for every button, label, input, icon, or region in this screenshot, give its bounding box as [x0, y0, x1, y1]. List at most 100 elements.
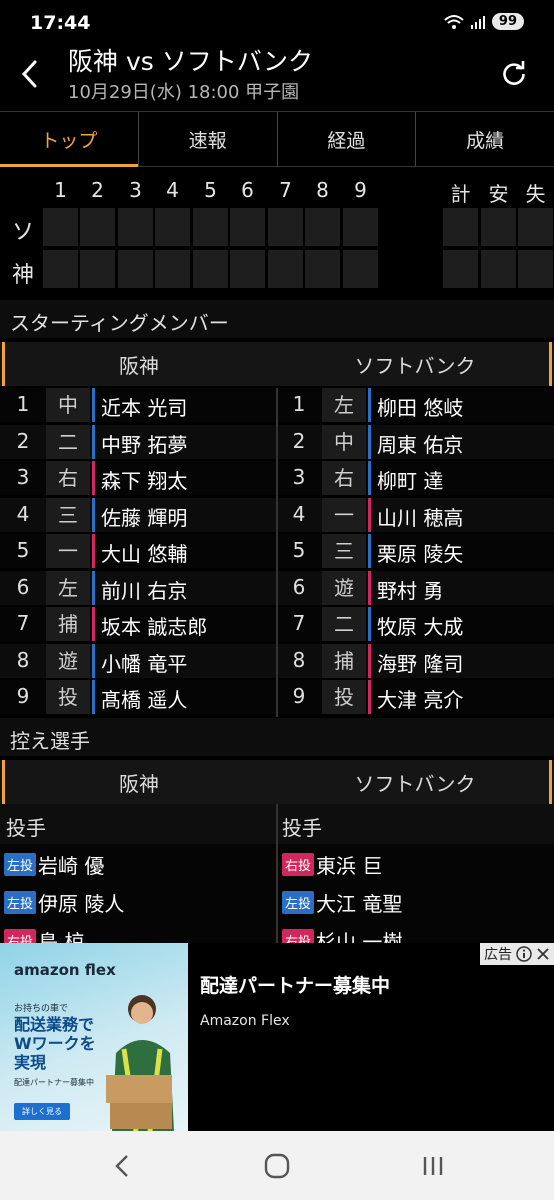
home-pitcher-name[interactable]: 岩崎 優 — [38, 850, 104, 879]
home-pitcher-name[interactable]: 伊原 陵人 — [38, 888, 124, 917]
home-player-name[interactable]: 小幡 竜平 — [101, 648, 187, 677]
ad-headline: 配送業務で Wワークを 実現 — [14, 1015, 96, 1072]
throw-hand-badge: 左投 — [4, 853, 37, 876]
away-pitcher-name[interactable]: 大江 竜聖 — [316, 888, 402, 917]
score-cell — [481, 250, 516, 288]
ad-details-button[interactable]: 詳しく見る — [14, 1103, 70, 1120]
away-player-name[interactable]: 栗原 陵矢 — [377, 538, 463, 567]
away-player-name[interactable]: 野村 勇 — [377, 575, 443, 604]
score-cell — [155, 208, 190, 246]
batter-hand-bar — [92, 534, 95, 568]
back-arrow-icon[interactable] — [18, 58, 42, 90]
column-divider — [276, 804, 278, 943]
home-team-name: 阪神 — [119, 771, 159, 796]
refresh-icon[interactable] — [500, 60, 528, 88]
tab-top[interactable]: トップ — [0, 112, 139, 167]
home-player-name[interactable]: 大山 悠輔 — [101, 538, 187, 567]
away-team-name: ソフトバンク — [354, 771, 476, 796]
status-bar: 17:44 99 — [0, 0, 554, 40]
home-position: 二 — [46, 424, 90, 459]
ad-banner[interactable]: amazon flex お持ちの車で 配送業務で Wワークを 実現 配達パートナ… — [0, 943, 554, 1131]
away-player-name[interactable]: 周東 佑京 — [377, 429, 463, 458]
team-away-label: ソ — [11, 220, 34, 245]
throw-hand-badge: 左投 — [4, 891, 37, 914]
inning-header: 3 — [129, 178, 142, 202]
accent-bar — [549, 760, 552, 804]
batting-order: 1 — [16, 392, 30, 416]
score-cell — [268, 250, 303, 288]
batter-hand-bar — [368, 607, 371, 641]
ad-title[interactable]: 配達パートナー募集中 — [200, 971, 390, 998]
ad-info-icon[interactable] — [516, 946, 532, 962]
batter-hand-bar — [92, 607, 95, 641]
score-cell — [230, 250, 265, 288]
away-position: 一 — [322, 497, 366, 532]
ad-image[interactable]: amazon flex お持ちの車で 配送業務で Wワークを 実現 配達パートナ… — [0, 943, 188, 1131]
home-player-name[interactable]: 近本 光司 — [101, 392, 187, 421]
tab-live[interactable]: 速報 — [139, 112, 278, 166]
batter-hand-bar — [368, 643, 371, 678]
away-player-name[interactable]: 牧原 大成 — [377, 611, 463, 640]
ad-small-text: お持ちの車で — [14, 1004, 69, 1014]
away-position: 右 — [322, 461, 366, 495]
batting-order: 4 — [292, 501, 306, 526]
errors-header: 失 — [525, 182, 546, 206]
away-pitcher-name[interactable]: 東浜 巨 — [316, 850, 382, 879]
nav-home-icon[interactable] — [262, 1151, 292, 1181]
batter-hand-bar — [92, 461, 95, 495]
batter-hand-bar — [92, 497, 95, 532]
inning-header: 4 — [166, 178, 179, 202]
batter-hand-bar — [92, 424, 95, 459]
score-cell — [193, 208, 228, 246]
battery-indicator: 99 — [491, 13, 524, 30]
away-player-name[interactable]: 柳町 達 — [377, 465, 443, 494]
score-cell — [155, 250, 190, 288]
away-pitcher-label: 投手 — [282, 816, 322, 840]
throw-hand-badge: 左投 — [282, 891, 315, 914]
batting-order: 5 — [16, 538, 30, 562]
inning-header: 2 — [91, 178, 104, 202]
away-position: 遊 — [322, 570, 366, 605]
away-position: 中 — [322, 424, 366, 459]
home-player-name[interactable]: 髙橋 遥人 — [101, 684, 187, 713]
tab-progress[interactable]: 経過 — [278, 112, 417, 166]
home-position: 遊 — [46, 643, 90, 678]
home-player-name[interactable]: 森下 翔太 — [101, 465, 187, 494]
inning-header: 5 — [204, 178, 217, 202]
scoreboard: 1 2 3 4 5 6 7 8 9 計 安 失 ソ 神 — [0, 170, 554, 295]
away-player-name[interactable]: 山川 穂高 — [377, 502, 463, 531]
nav-back-icon[interactable] — [108, 1151, 138, 1181]
home-team-name: 阪神 — [119, 353, 159, 378]
app-header: 阪神 vs ソフトバンク 10月29日(水) 18:00 甲子園 — [0, 38, 554, 110]
score-cell — [305, 208, 340, 246]
score-cell — [518, 250, 553, 288]
batter-hand-bar — [368, 497, 371, 532]
page-title: 阪神 vs ソフトバンク — [68, 47, 313, 76]
home-player-name[interactable]: 坂本 誠志郎 — [101, 611, 207, 640]
home-position: 左 — [46, 570, 90, 605]
tab-stats[interactable]: 成績 — [416, 112, 554, 166]
score-cell — [118, 208, 153, 246]
batting-order: 3 — [292, 465, 306, 489]
score-cell — [443, 250, 478, 288]
bench-header: 控え選手 — [0, 718, 554, 756]
home-player-name[interactable]: 前川 右京 — [101, 575, 187, 604]
game-info: 10月29日(水) 18:00 甲子園 — [68, 82, 300, 103]
home-player-name[interactable]: 佐藤 輝明 — [101, 502, 187, 531]
batter-hand-bar — [92, 643, 95, 678]
home-position: 中 — [46, 388, 90, 422]
nav-recents-icon[interactable] — [418, 1151, 448, 1181]
away-player-name[interactable]: 海野 隆司 — [377, 648, 463, 677]
team-home-label: 神 — [11, 263, 34, 288]
section-title: 控え選手 — [10, 729, 90, 753]
away-player-name[interactable]: 大津 亮介 — [377, 684, 463, 713]
batting-order: 2 — [292, 428, 306, 453]
away-player-name[interactable]: 柳田 悠岐 — [377, 392, 463, 421]
starting-team-header: 阪神 ソフトバンク — [0, 342, 554, 386]
ad-close-icon[interactable] — [536, 947, 550, 961]
tab-bar: トップ 速報 経過 成績 — [0, 111, 554, 167]
away-position: 三 — [322, 534, 366, 568]
bench-team-header: 阪神 ソフトバンク — [0, 760, 554, 804]
batter-hand-bar — [368, 461, 371, 495]
home-player-name[interactable]: 中野 拓夢 — [101, 429, 187, 458]
